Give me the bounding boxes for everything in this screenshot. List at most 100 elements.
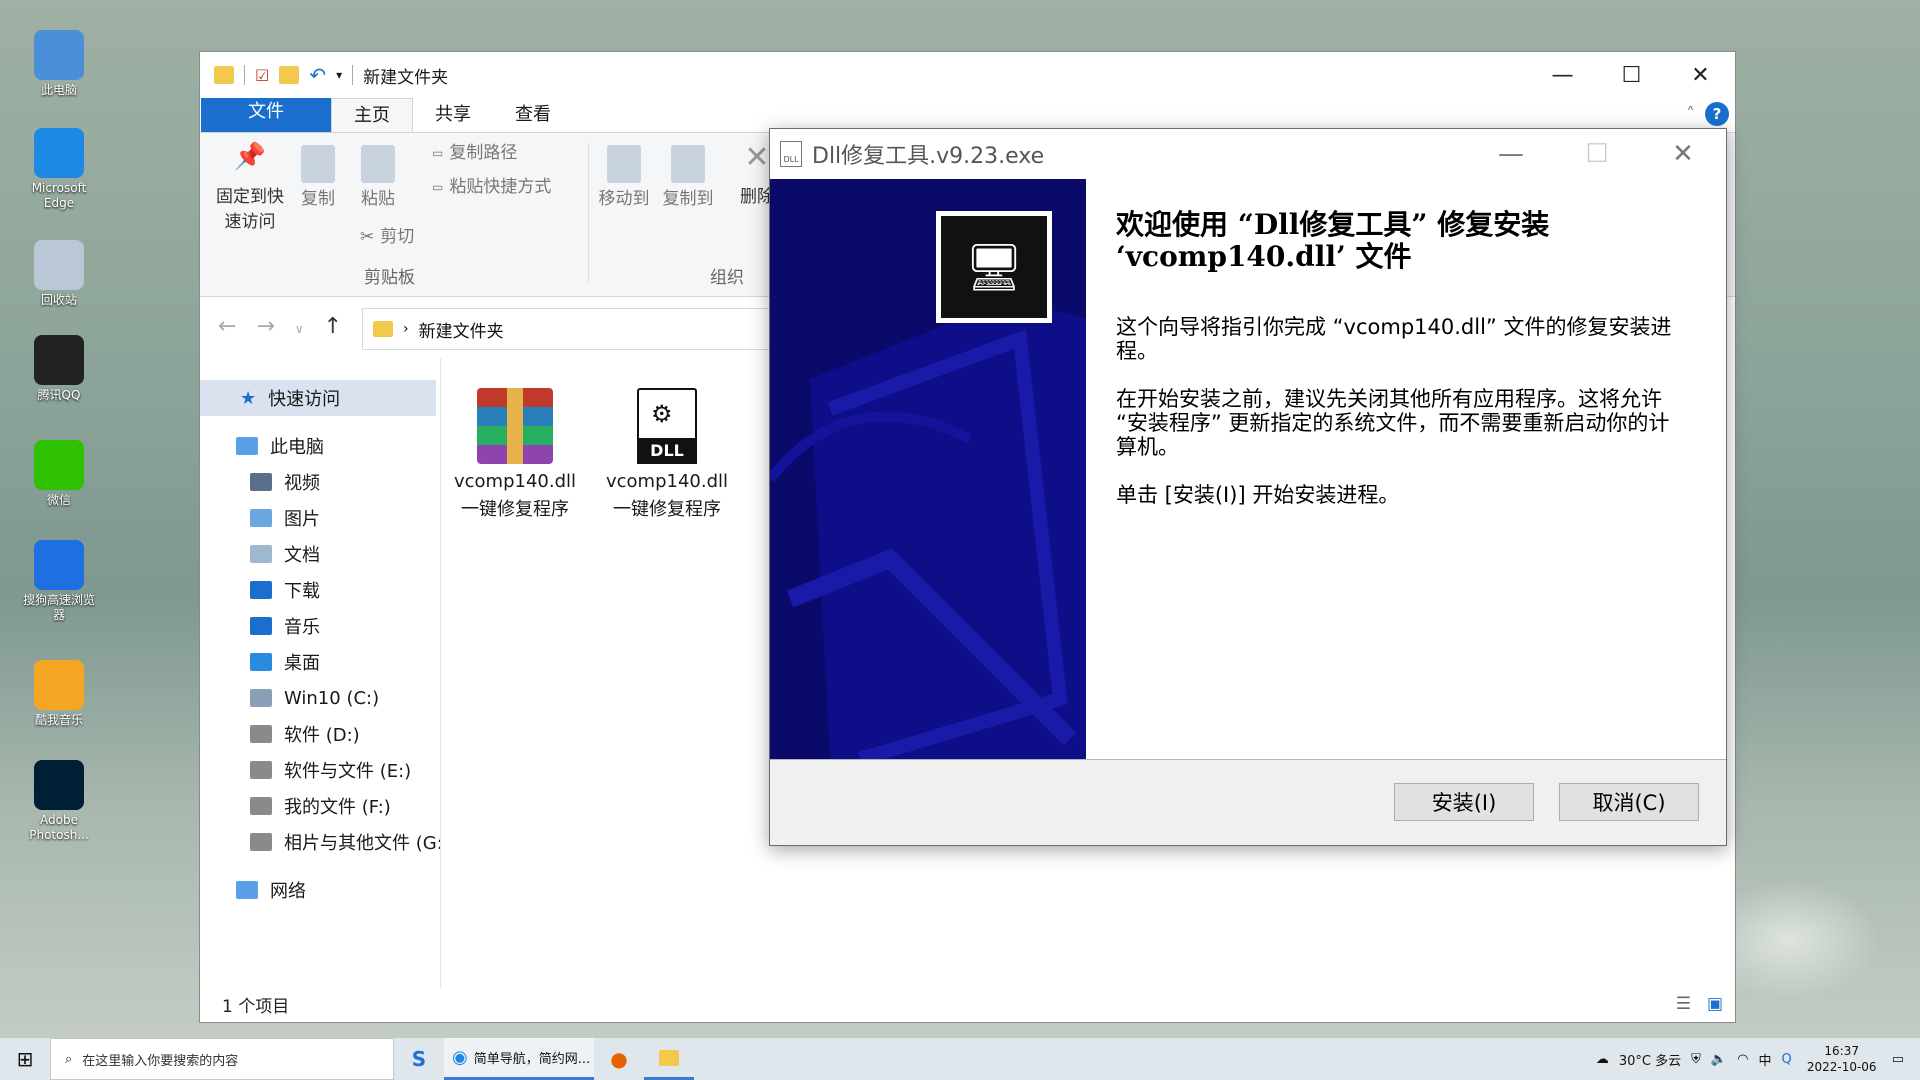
folder-icon xyxy=(214,66,234,84)
dialog-minimize-button[interactable]: — xyxy=(1468,129,1554,179)
copy-path-button[interactable]: ▭ 复制路径 xyxy=(432,141,517,166)
explorer-titlebar[interactable]: ☑ ↶ ▾ 新建文件夹 — ☐ ✕ xyxy=(200,52,1735,98)
desktop-icon[interactable]: 搜狗高速浏览器 xyxy=(20,540,98,623)
nav-item[interactable]: 桌面 xyxy=(200,644,440,680)
qq-tray-icon[interactable]: Q xyxy=(1781,1052,1791,1067)
nav-item[interactable]: 软件与文件 (E:) xyxy=(200,752,440,788)
windows-icon: ⊞ xyxy=(16,1047,34,1071)
up-icon[interactable]: ↑ xyxy=(324,314,342,344)
group-clipboard: 剪贴板 xyxy=(364,268,415,288)
desktop-icon[interactable]: 酷我音乐 xyxy=(20,660,98,728)
status-bar: 1 个项目 ☰ ▣ xyxy=(200,986,1735,1022)
copy-to-button[interactable]: 复制到 xyxy=(660,145,716,212)
notification-icon[interactable]: ▭ xyxy=(1892,1052,1904,1067)
nav-item[interactable]: 软件 (D:) xyxy=(200,716,440,752)
sogou-icon: S xyxy=(411,1047,427,1071)
ime-icon[interactable]: 中 xyxy=(1758,1050,1771,1069)
desktop-icon[interactable]: Microsoft Edge xyxy=(20,128,98,211)
winrar-icon xyxy=(477,388,553,464)
minimize-button[interactable]: — xyxy=(1528,52,1597,98)
volume-icon[interactable]: 🔈 xyxy=(1711,1052,1727,1067)
nav-item[interactable]: 我的文件 (F:) xyxy=(200,788,440,824)
properties-icon[interactable]: ☑ xyxy=(255,66,269,85)
taskbar-firefox[interactable]: ● xyxy=(594,1038,644,1080)
forward-icon[interactable]: → xyxy=(256,314,274,344)
nav-item[interactable]: 图片 xyxy=(200,500,440,536)
folder-icon xyxy=(659,1049,679,1066)
pin-button[interactable]: 📌 固定到快速访问 xyxy=(212,144,288,235)
dialog-paragraph-2: 在开始安装之前，建议先关闭其他所有应用程序。这将允许 “安装程序” 更新指定的系… xyxy=(1116,387,1670,459)
weather-text[interactable]: 30°C 多云 xyxy=(1619,1050,1681,1069)
details-view-icon[interactable]: ☰ xyxy=(1676,994,1691,1014)
taskbar-explorer[interactable] xyxy=(644,1038,694,1080)
start-button[interactable]: ⊞ xyxy=(0,1038,50,1080)
paste-button[interactable]: 粘贴 xyxy=(356,145,400,212)
nav-quick-access[interactable]: ★ 快速访问 xyxy=(200,380,436,416)
dialog-maximize-button: ☐ xyxy=(1585,139,1609,169)
tab-view[interactable]: 查看 xyxy=(493,98,573,132)
security-icon[interactable]: ⛨ xyxy=(1691,1052,1701,1067)
dialog-titlebar[interactable]: DLL Dll修复工具.v9.23.exe — ☐ ✕ xyxy=(770,129,1726,179)
taskbar-sogou[interactable]: S xyxy=(394,1038,444,1080)
wifi-icon[interactable]: ◠ xyxy=(1737,1052,1748,1067)
desktop-icon[interactable]: 微信 xyxy=(20,440,98,508)
help-icon[interactable]: ? xyxy=(1705,102,1729,126)
copy-button[interactable]: 复制 xyxy=(296,145,340,212)
group-organize: 组织 xyxy=(710,268,744,288)
desktop-icon[interactable]: 此电脑 xyxy=(20,30,98,98)
new-folder-icon[interactable] xyxy=(279,66,300,84)
dialog-heading: 欢迎使用 “Dll修复工具” 修复安装 ‘vcomp140.dll’ 文件 xyxy=(1116,208,1550,273)
nav-item[interactable]: 音乐 xyxy=(200,608,440,644)
move-to-button[interactable]: 移动到 xyxy=(596,145,652,212)
install-button[interactable]: 安装(I) xyxy=(1394,783,1534,821)
navigation-pane: ★ 快速访问 此电脑 视频 图片 文档 下载 音乐 桌面 Win10 (C:) 软件 (D:) 软… xyxy=(200,380,440,908)
folder-icon xyxy=(373,321,393,337)
installer-side-banner: 🖥 xyxy=(770,179,1086,759)
nav-item[interactable]: 下载 xyxy=(200,572,440,608)
nav-item[interactable]: 文档 xyxy=(200,536,440,572)
close-button[interactable]: ✕ xyxy=(1666,52,1735,98)
clock[interactable]: 16:37 2022-10-06 xyxy=(1802,1043,1882,1075)
customize-dropdown-icon[interactable]: ▾ xyxy=(336,68,342,82)
nav-item[interactable]: 视频 xyxy=(200,464,440,500)
library-icon xyxy=(250,653,272,671)
dll-icon: ⚙ DLL xyxy=(637,388,697,464)
cancel-button[interactable]: 取消(C) xyxy=(1559,783,1699,821)
tab-home[interactable]: 主页 xyxy=(331,98,413,132)
desktop-icon-label: 腾讯QQ xyxy=(37,388,81,402)
scissors-icon: ✂ xyxy=(360,227,375,247)
taskbar-search[interactable]: ⌕ 在这里输入你要搜索的内容 xyxy=(50,1038,394,1080)
computer-icon xyxy=(236,437,258,455)
nav-network[interactable]: 网络 xyxy=(200,872,440,908)
undo-icon[interactable]: ↶ xyxy=(309,63,326,87)
drive-icon xyxy=(250,725,272,743)
dialog-close-button[interactable]: ✕ xyxy=(1640,129,1726,179)
library-icon xyxy=(250,617,272,635)
drive-icon xyxy=(250,689,272,707)
back-icon[interactable]: ← xyxy=(218,314,236,344)
large-icons-view-icon[interactable]: ▣ xyxy=(1707,994,1723,1014)
tab-file[interactable]: 文件 xyxy=(201,98,331,132)
desktop-icon[interactable]: 腾讯QQ xyxy=(20,335,98,403)
nav-item[interactable]: 相片与其他文件 (G: xyxy=(200,824,440,860)
nav-this-pc[interactable]: 此电脑 xyxy=(200,428,440,464)
maximize-button[interactable]: ☐ xyxy=(1597,52,1666,98)
sogou-icon xyxy=(34,540,84,590)
desktop-icon-label: 回收站 xyxy=(40,293,77,307)
system-tray: ☁ 30°C 多云 ⛨ 🔈 ◠ 中 Q 16:37 2022-10-06 ▭ xyxy=(1596,1038,1920,1080)
desktop-icon[interactable]: 回收站 xyxy=(20,240,98,308)
tab-share[interactable]: 共享 xyxy=(413,98,493,132)
weather-icon[interactable]: ☁ xyxy=(1596,1052,1609,1067)
file-item-dll[interactable]: ⚙ DLL vcomp140.dll 一键修复程序 xyxy=(602,380,732,524)
taskbar-edge-task[interactable]: ◉ 简单导航，简约网... xyxy=(444,1038,594,1080)
photoshop-icon xyxy=(34,760,84,810)
paste-shortcut-button[interactable]: ▭ 粘贴快捷方式 xyxy=(432,175,551,200)
explorer-title: 新建文件夹 xyxy=(363,67,449,88)
desktop-icon[interactable]: Adobe Photosh... xyxy=(20,760,98,843)
collapse-ribbon-icon[interactable]: ˄ xyxy=(1686,104,1695,125)
desktop-icon-label: Adobe Photosh... xyxy=(29,813,89,842)
recent-dropdown-icon[interactable]: ∨ xyxy=(295,314,304,344)
cut-button[interactable]: ✂ 剪切 xyxy=(360,225,414,250)
file-item-winrar[interactable]: vcomp140.dll 一键修复程序 xyxy=(450,380,580,524)
nav-item[interactable]: Win10 (C:) xyxy=(200,680,440,716)
